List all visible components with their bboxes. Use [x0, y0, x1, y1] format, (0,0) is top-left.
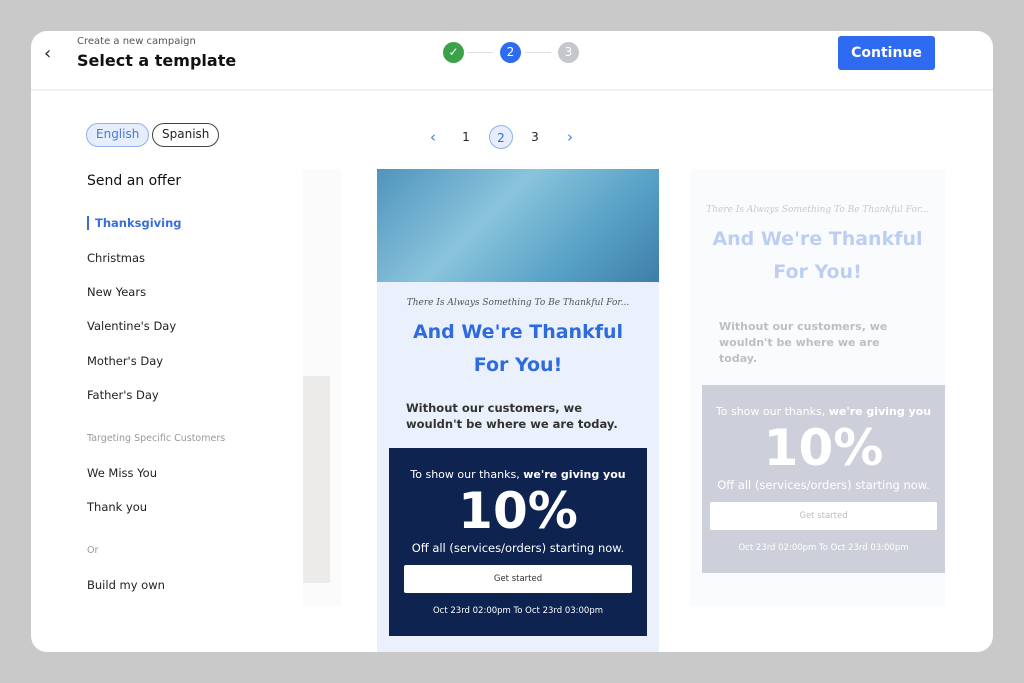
prev-page-icon[interactable]: ‹	[421, 125, 445, 149]
page-1[interactable]: 1	[454, 125, 478, 149]
discount-value: 10%	[458, 482, 578, 540]
header: ‹ Create a new campaign Select a templat…	[31, 31, 993, 91]
get-started-button[interactable]: Get started	[404, 565, 632, 593]
hero-image	[377, 169, 659, 282]
template-card-next[interactable]: There Is Always Something To Be Thankful…	[690, 169, 945, 606]
step-divider	[525, 52, 551, 53]
offer-box: To show our thanks, we're giving you 10%…	[702, 385, 945, 573]
continue-button[interactable]: Continue	[838, 36, 935, 70]
page-2[interactable]: 2	[489, 125, 513, 149]
back-button[interactable]: ‹	[44, 43, 51, 64]
offer-dates: Oct 23rd 02:00pm To Oct 23rd 03:00pm	[432, 606, 603, 616]
template-body: Without our customers, we wouldn't be wh…	[406, 401, 618, 431]
step-1-complete: ✓	[443, 42, 464, 63]
sidebar-item-christmas[interactable]: Christmas	[87, 251, 145, 265]
page-3[interactable]: 3	[523, 125, 547, 149]
template-tagline: There Is Always Something To Be Thankful…	[406, 298, 630, 308]
sidebar-item-valentines-day[interactable]: Valentine's Day	[87, 319, 176, 333]
breadcrumb: Create a new campaign	[77, 36, 196, 47]
section-heading: Send an offer	[87, 173, 182, 189]
step-3: 3	[558, 42, 579, 63]
language-spanish[interactable]: Spanish	[152, 123, 220, 147]
template-headline: And We're Thankful For You!	[712, 228, 923, 283]
sidebar-item-mothers-day[interactable]: Mother's Day	[87, 354, 163, 368]
template-headline: And We're Thankful For You!	[412, 321, 624, 376]
page-title: Select a template	[77, 51, 237, 70]
campaign-window: ‹ Create a new campaign Select a templat…	[31, 31, 993, 652]
sidebar-item-thanksgiving[interactable]: Thanksgiving	[87, 216, 182, 230]
sidebar-item-fathers-day[interactable]: Father's Day	[87, 388, 159, 402]
sidebar-item-we-miss-you[interactable]: We Miss You	[87, 466, 157, 480]
sidebar-item-build-my-own[interactable]: Build my own	[87, 578, 165, 592]
sidebar-item-new-years[interactable]: New Years	[87, 285, 146, 299]
step-divider	[467, 52, 493, 53]
sidebar-item-thank-you[interactable]: Thank you	[87, 500, 147, 514]
language-english[interactable]: English	[86, 123, 150, 147]
step-2-current: 2	[500, 42, 521, 63]
next-page-icon[interactable]: ›	[558, 125, 582, 149]
template-card-previous[interactable]	[303, 169, 341, 606]
group-label: Targeting Specific Customers	[87, 433, 226, 444]
group-label-or: Or	[87, 545, 99, 556]
template-card-selected[interactable]: There Is Always Something To Be Thankful…	[377, 169, 659, 652]
offer-box: To show our thanks, we're giving you 10%…	[389, 448, 647, 636]
